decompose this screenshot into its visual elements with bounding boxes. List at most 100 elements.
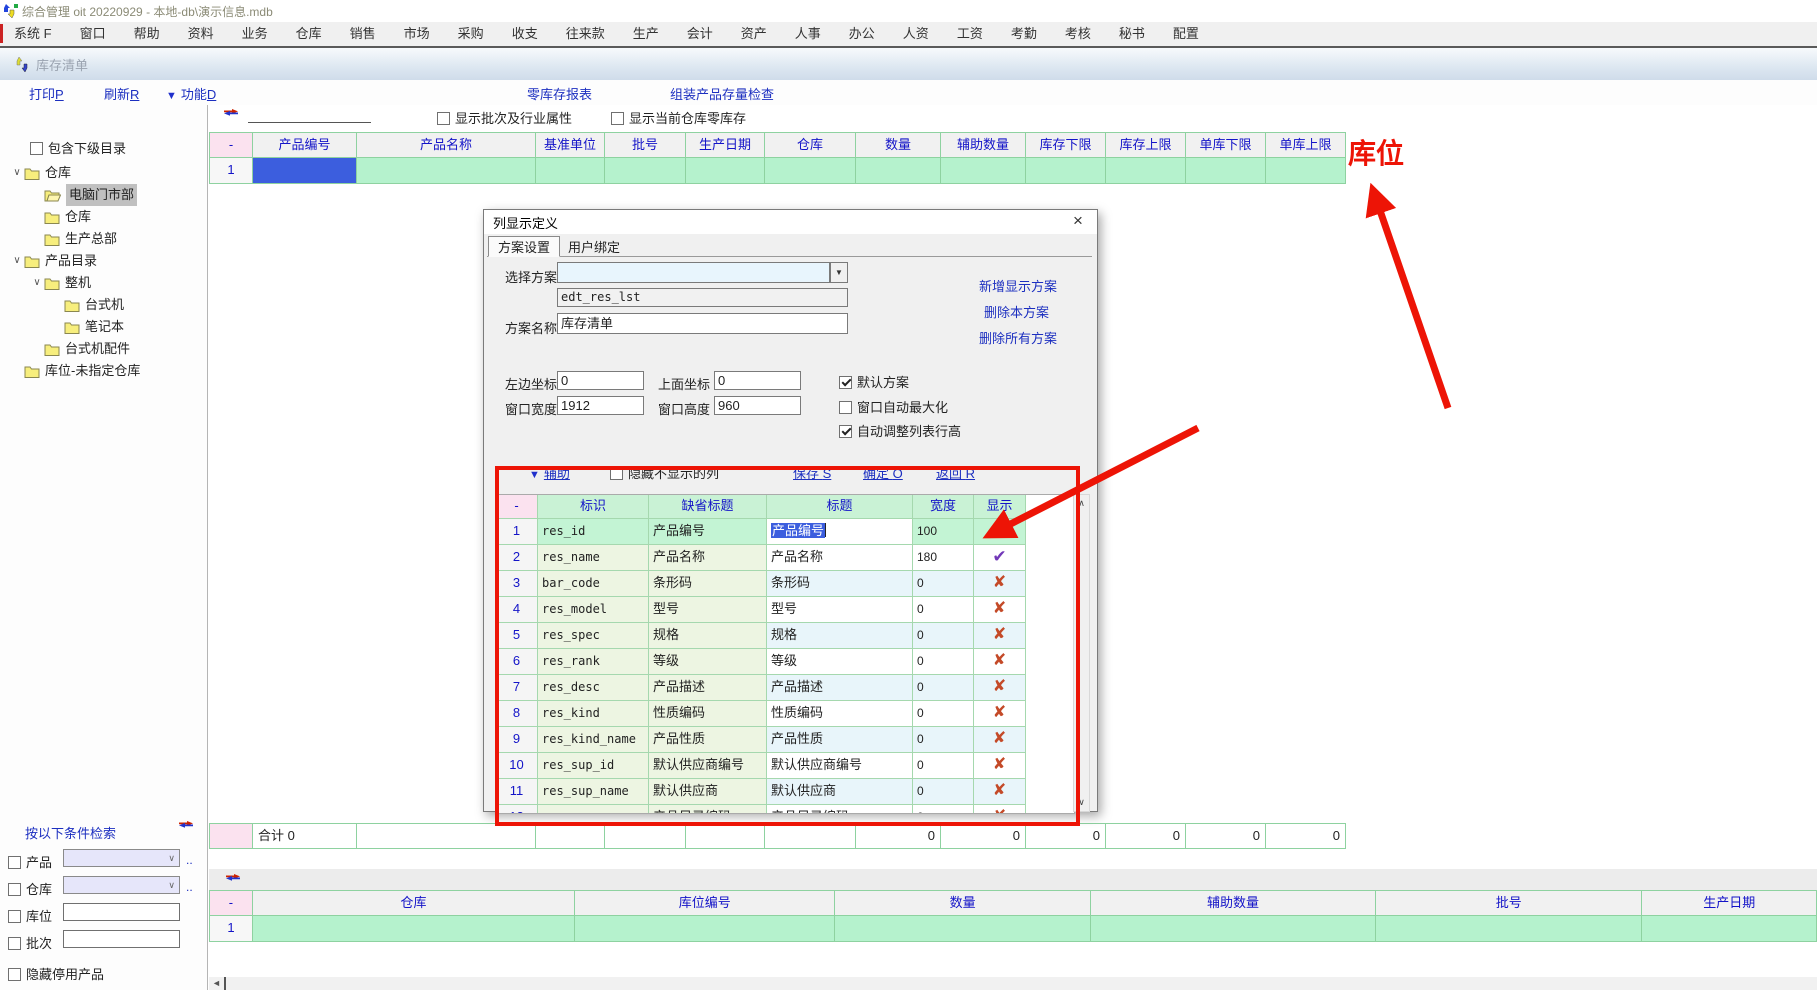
tree-node-complete-machine[interactable]: ∨ 整机 [0,272,207,294]
menu-item-config[interactable]: 配置 [1159,22,1213,46]
cell-title[interactable]: 默认供应商编号 [767,753,913,779]
header-warehouse[interactable]: 仓库 [765,132,856,158]
header-quantity[interactable]: 数量 [835,890,1090,916]
menu-item-business[interactable]: 业务 [228,22,282,46]
cell-width[interactable]: 0 [913,753,974,779]
header-batch[interactable]: 批号 [1376,890,1642,916]
cell[interactable] [1266,158,1346,184]
chevron-down-icon[interactable]: ∨ [10,250,24,272]
menu-item-system[interactable]: 系统 F [0,22,66,46]
show-cross-icon[interactable]: ✘ [974,701,1026,727]
location-grid-row[interactable]: 1 [209,916,1817,942]
scroll-down-icon[interactable]: ∨ [1074,797,1089,808]
checkbox-box[interactable] [839,376,852,389]
checkbox-box[interactable] [437,112,450,125]
cell-width[interactable]: 0 [913,675,974,701]
zero-stock-report-link[interactable]: 零库存报表 [527,84,592,103]
cell-title[interactable]: 规格 [767,623,913,649]
tab-inventory-list[interactable]: 库存清单 [36,55,88,74]
auto-maximize-checkbox[interactable]: 窗口自动最大化 [839,397,948,416]
show-cross-icon[interactable]: ✘ [974,753,1026,779]
column-row-res-sup-id[interactable]: 10 res_sup_id 默认供应商编号 默认供应商编号 0 ✘ [496,753,1074,779]
ok-link[interactable]: 确定 O [863,463,903,482]
menu-item-hr[interactable]: 人事 [781,22,835,46]
menu-item-help[interactable]: 帮助 [120,22,174,46]
column-row-partial[interactable]: 12 产品目录编码 产品目录编码 0 ✘ [496,805,1074,814]
menu-item-warehouse[interactable]: 仓库 [282,22,336,46]
vertical-scrollbar[interactable]: ∧ ∨ [1073,494,1090,812]
cell[interactable] [1186,158,1266,184]
tree-node-unassigned-location[interactable]: 库位-未指定仓库 [0,360,207,382]
menu-item-hr2[interactable]: 人资 [889,22,943,46]
cell-title[interactable]: 条形码 [767,571,913,597]
tree-node-desktop[interactable]: 台式机 [0,294,207,316]
show-check-icon[interactable]: ✔ [974,545,1026,571]
left-coord-input[interactable]: 0 [557,371,644,390]
cell-title[interactable]: 产品名称 [767,545,913,571]
header-location-id[interactable]: 库位编号 [575,890,835,916]
window-height-input[interactable]: 960 [714,396,801,415]
header-product-name[interactable]: 产品名称 [357,132,536,158]
cell[interactable] [1091,916,1376,942]
scroll-left-button[interactable]: ◄ [209,977,224,990]
title-cell-editor[interactable]: 产品编号 [767,519,913,545]
cell-title[interactable]: 性质编码 [767,701,913,727]
refresh-button[interactable]: 刷新R [104,84,139,103]
default-scheme-checkbox[interactable]: 默认方案 [839,372,909,391]
assembly-check-link[interactable]: 组装产品存量检查 [670,84,774,103]
cell[interactable] [941,158,1026,184]
menu-item-sales[interactable]: 销售 [336,22,390,46]
location-input[interactable] [63,903,180,921]
cell[interactable] [575,916,835,942]
cell-title[interactable]: 产品目录编码 [767,805,913,814]
checkbox-box[interactable] [839,401,852,414]
cell[interactable] [1376,916,1642,942]
header-aux-quantity[interactable]: 辅助数量 [941,132,1026,158]
filter-location-checkbox[interactable]: 库位 [8,906,52,925]
cell[interactable] [605,158,686,184]
cell[interactable] [1026,158,1106,184]
menu-item-assets[interactable]: 资产 [727,22,781,46]
save-link[interactable]: 保存 S [793,463,831,482]
function-menu-button[interactable]: ▼功能D [166,84,216,103]
quick-filter-input[interactable] [248,108,371,123]
menu-item-accounts[interactable]: 往来款 [552,22,619,46]
show-batch-checkbox[interactable]: 显示批次及行业属性 [437,108,572,127]
cell-width[interactable]: 0 [913,649,974,675]
checkbox-box[interactable] [8,968,21,981]
column-row-res-sup-name[interactable]: 11 res_sup_name 默认供应商 默认供应商 0 ✘ [496,779,1074,805]
show-cross-icon[interactable]: ✘ [974,727,1026,753]
column-row-res-rank[interactable]: 6 res_rank 等级 等级 0 ✘ [496,649,1074,675]
menu-item-office[interactable]: 办公 [835,22,889,46]
header-product-id[interactable]: 产品编号 [253,132,357,158]
cell[interactable] [765,158,856,184]
scheme-combobox[interactable] [557,262,830,283]
swap-icon[interactable] [226,874,240,886]
header-title[interactable]: 标题 [767,495,913,519]
header-width[interactable]: 宽度 [913,495,974,519]
column-row-res-desc[interactable]: 7 res_desc 产品描述 产品描述 0 ✘ [496,675,1074,701]
product-more-button[interactable]: .. [186,853,193,867]
header-stock-min[interactable]: 库存下限 [1026,132,1106,158]
cell-width[interactable]: 0 [913,571,974,597]
show-zero-stock-checkbox[interactable]: 显示当前仓库零库存 [611,108,746,127]
header-batch[interactable]: 批号 [605,132,686,158]
cell-title[interactable]: 等级 [767,649,913,675]
auto-row-height-checkbox[interactable]: 自动调整列表行高 [839,421,961,440]
hide-hidden-columns-checkbox[interactable]: 隐藏不显示的列 [610,463,719,482]
include-subdir-checkbox[interactable]: 包含下级目录 [30,138,126,157]
cell-width[interactable]: 0 [913,779,974,805]
horizontal-scrollbar[interactable]: ◄ [209,977,1817,990]
cell-title[interactable]: 默认供应商 [767,779,913,805]
cell-width[interactable]: 180 [913,545,974,571]
menu-item-assessment[interactable]: 考核 [1051,22,1105,46]
checkbox-box[interactable] [610,467,623,480]
swap-icon[interactable] [179,821,193,833]
cell-width[interactable]: 0 [913,623,974,649]
batch-input[interactable] [63,930,180,948]
tree-node-desktop-parts[interactable]: 台式机配件 [0,338,207,360]
hide-disabled-checkbox[interactable]: 隐藏停用产品 [8,964,104,983]
filter-batch-checkbox[interactable]: 批次 [8,933,52,952]
menu-item-salary[interactable]: 工资 [943,22,997,46]
header-warehouse[interactable]: 仓库 [253,890,575,916]
